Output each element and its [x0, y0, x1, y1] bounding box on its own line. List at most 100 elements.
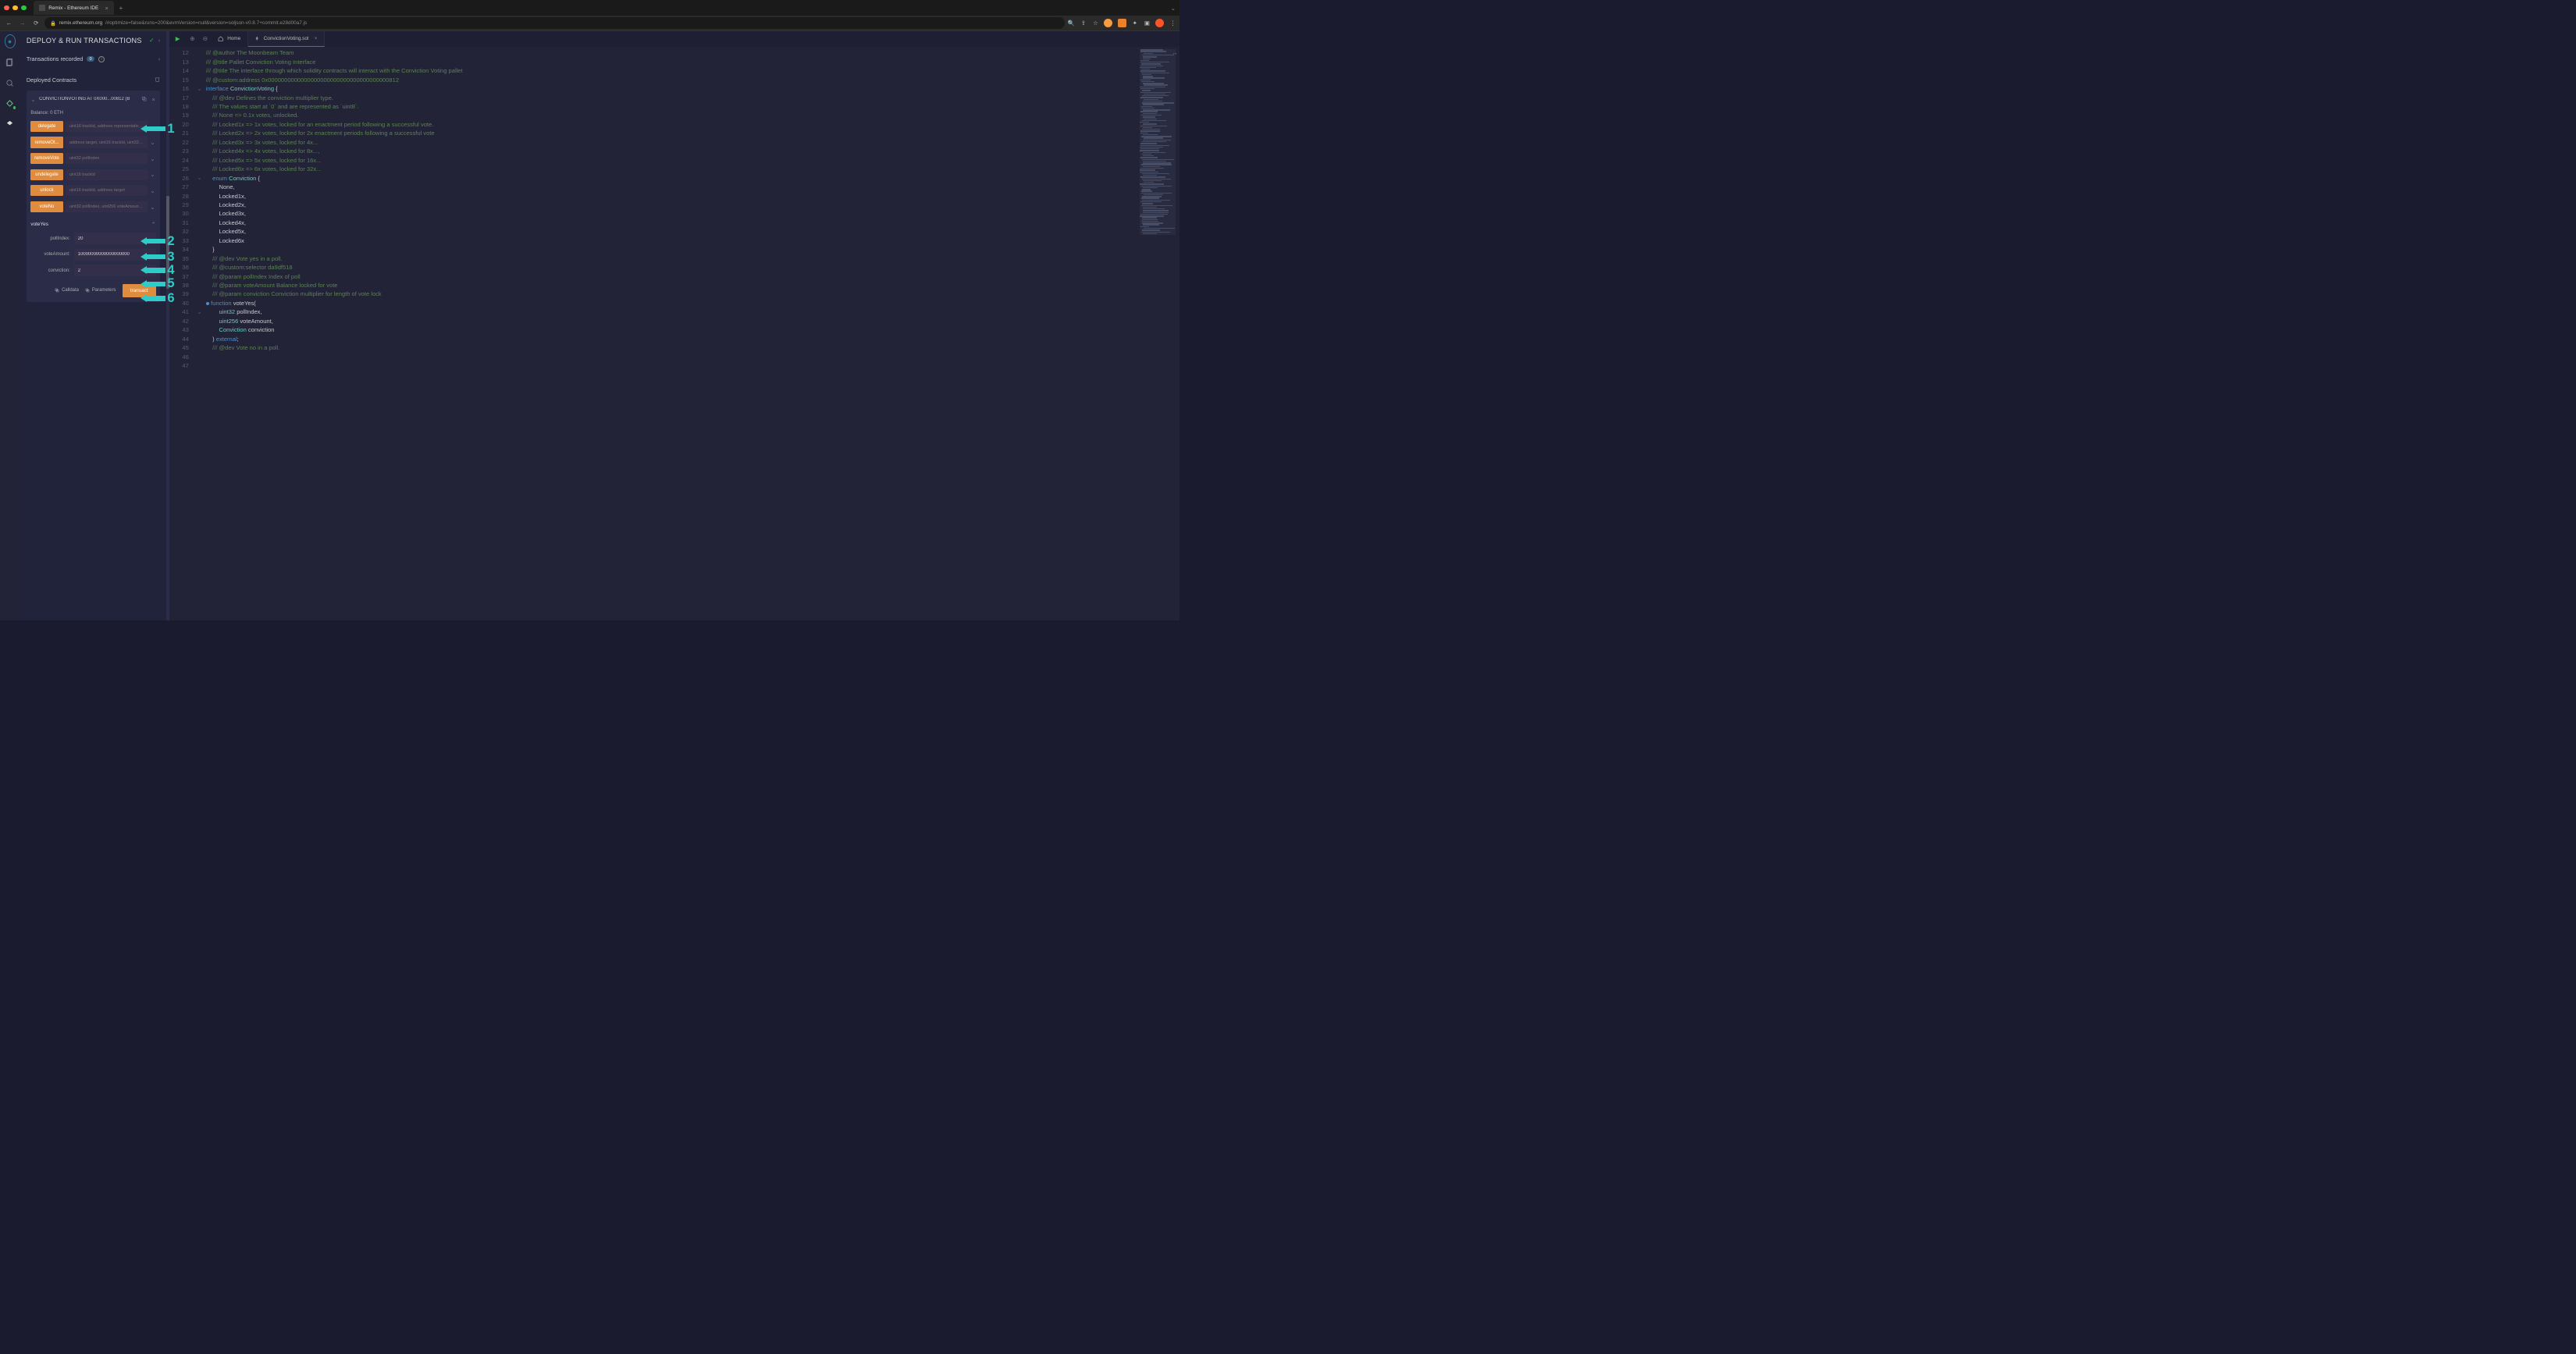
param-label: voteAmount:: [30, 252, 69, 257]
compile-success-dot: [12, 105, 16, 109]
close-window[interactable]: [4, 5, 9, 10]
zoom-in-icon[interactable]: ⊕: [186, 31, 198, 46]
extensions-icon[interactable]: ✦: [1131, 20, 1138, 27]
param-input-conviction[interactable]: [74, 265, 155, 276]
fn-row-delegate: delegate ⌄: [27, 119, 160, 135]
transactions-recorded-header[interactable]: Transactions recorded 0 i ›: [27, 53, 160, 67]
fn-input-removeVote[interactable]: [66, 153, 147, 164]
window-controls: [4, 5, 26, 10]
expand-contract-icon[interactable]: ⌄: [30, 96, 35, 103]
file-explorer-icon[interactable]: [5, 56, 16, 68]
fn-input-voteNo[interactable]: [66, 201, 147, 212]
param-row-voteAmount: voteAmount:: [30, 247, 155, 263]
maximize-window[interactable]: [21, 5, 26, 10]
fn-input-undelegate[interactable]: [66, 169, 147, 180]
search-icon[interactable]: [5, 77, 16, 89]
zoom-indicator-icon[interactable]: 🔍: [1068, 20, 1075, 27]
contract-balance: Balance: 0 ETH: [27, 108, 160, 118]
fn-row-undelegate: undelegate ⌄: [27, 166, 160, 183]
code-editor[interactable]: 1213141516171819202122232425262728293031…: [169, 47, 1179, 620]
home-icon: [218, 36, 223, 41]
url-path: /#optimize=false&runs=200&evmVersion=nul…: [105, 20, 307, 26]
chevron-down-icon[interactable]: ⌄: [150, 123, 155, 130]
fn-button-voteNo[interactable]: voteNo: [30, 201, 62, 212]
chevron-down-icon[interactable]: ⌄: [150, 139, 155, 146]
deployed-contracts-label: Deployed Contracts: [27, 76, 76, 84]
activity-bar: [0, 31, 20, 620]
tab-convictionvoting[interactable]: ConvictionVoting.sol ×: [248, 31, 325, 46]
url-bar[interactable]: 🔒 remix.ethereum.org/#optimize=false&run…: [44, 17, 1065, 29]
param-row-conviction: conviction:: [30, 263, 155, 279]
brave-shield-icon[interactable]: [1155, 19, 1164, 27]
lock-icon: 🔒: [50, 20, 56, 27]
chevron-right-icon[interactable]: ›: [158, 37, 160, 44]
zoom-out-icon[interactable]: ⊖: [199, 31, 212, 46]
back-button[interactable]: ←: [4, 18, 15, 29]
voteYes-expanded: voteYes ⌃ pollIndex: voteAmount: convictio…: [27, 215, 160, 302]
run-script-button[interactable]: ▶: [169, 31, 186, 46]
param-label: pollIndex:: [30, 236, 69, 241]
chevron-down-icon[interactable]: ⌄: [150, 171, 155, 178]
tab-overflow-icon[interactable]: ⌄: [1171, 5, 1176, 12]
new-tab-button[interactable]: +: [119, 5, 123, 12]
fn-button-unlock[interactable]: unlock: [30, 185, 62, 196]
line-number-gutter: 1213141516171819202122232425262728293031…: [169, 47, 195, 620]
solidity-compiler-icon[interactable]: [5, 98, 16, 109]
browser-tab-remix[interactable]: Remix - Ethereum IDE ×: [34, 1, 114, 15]
side-panel: DEPLOY & RUN TRANSACTIONS ✓ › Transactio…: [20, 31, 167, 620]
fn-row-removeVote: removeVote ⌄: [27, 151, 160, 167]
param-label: conviction:: [30, 268, 69, 273]
chevron-down-icon[interactable]: ⌄: [150, 187, 155, 194]
editor-tab-bar: ▶ ⊕ ⊖ Home ConvictionVoting.sol ×: [169, 31, 1179, 46]
browser-tab-bar: Remix - Ethereum IDE × + ⌄: [0, 0, 1179, 16]
close-tab-icon[interactable]: ×: [315, 36, 318, 41]
contract-name: CONVICTIONVOTING AT 0X000...00812 (B: [39, 97, 137, 101]
url-host: remix.ethereum.org: [59, 20, 103, 26]
trash-icon[interactable]: [155, 76, 160, 84]
deploy-run-icon[interactable]: [5, 119, 16, 130]
chevron-down-icon[interactable]: ⌄: [150, 204, 155, 211]
chevron-down-icon[interactable]: ⌄: [150, 155, 155, 162]
tab-view-icon[interactable]: ▣: [1144, 20, 1151, 27]
solidity-file-icon: [254, 36, 260, 41]
forward-button[interactable]: →: [17, 18, 28, 29]
tab-title: Remix - Ethereum IDE: [48, 5, 98, 11]
fn-input-unlock[interactable]: [66, 185, 147, 196]
minimap[interactable]: [1140, 49, 1176, 235]
extension-icon-1[interactable]: [1104, 19, 1112, 27]
fn-row-unlock: unlock ⌄: [27, 183, 160, 199]
fn-input-delegate[interactable]: [66, 121, 147, 132]
favicon: [39, 5, 44, 10]
minimize-window[interactable]: [12, 5, 17, 10]
transactions-count-badge: 0: [87, 56, 94, 62]
chevron-right-icon[interactable]: ›: [158, 55, 160, 62]
address-bar: ← → ⟳ 🔒 remix.ethereum.org/#optimize=fal…: [0, 16, 1179, 31]
fold-gutter: ⌄⌄⌄: [195, 47, 204, 620]
editor-area: ▶ ⊕ ⊖ Home ConvictionVoting.sol × ↔ 1213…: [169, 31, 1179, 620]
metamask-extension-icon[interactable]: [1118, 19, 1126, 27]
bookmark-icon[interactable]: ☆: [1092, 20, 1099, 27]
remix-logo[interactable]: [5, 36, 16, 48]
copy-parameters-button[interactable]: Parameters: [85, 288, 116, 293]
copy-calldata-button[interactable]: Calldata: [55, 288, 78, 293]
fn-button-removeOt[interactable]: removeOt...: [30, 137, 62, 147]
param-input-pollIndex[interactable]: [74, 233, 155, 244]
remove-contract-icon[interactable]: ×: [151, 95, 156, 104]
fn-input-removeOt[interactable]: [66, 137, 147, 147]
tab-home[interactable]: Home: [212, 31, 247, 46]
info-icon[interactable]: i: [98, 56, 105, 62]
fn-button-removeVote[interactable]: removeVote: [30, 153, 62, 164]
close-tab-icon[interactable]: ×: [105, 5, 109, 12]
chevron-up-icon[interactable]: ⌃: [151, 221, 156, 228]
param-row-pollIndex: pollIndex:: [30, 230, 155, 247]
fn-button-delegate[interactable]: delegate: [30, 121, 62, 132]
fn-button-undelegate[interactable]: undelegate: [30, 169, 62, 180]
share-icon[interactable]: ⇪: [1080, 20, 1087, 27]
param-input-voteAmount[interactable]: [74, 249, 155, 261]
menu-icon[interactable]: ⋮: [1169, 20, 1176, 27]
reload-button[interactable]: ⟳: [30, 18, 41, 29]
code-lines[interactable]: /// @author The Moonbeam Team/// @title …: [204, 47, 1179, 620]
copy-address-icon[interactable]: [141, 95, 148, 104]
transact-button[interactable]: transact: [123, 284, 156, 297]
expanded-fn-name: voteYes: [30, 222, 48, 227]
